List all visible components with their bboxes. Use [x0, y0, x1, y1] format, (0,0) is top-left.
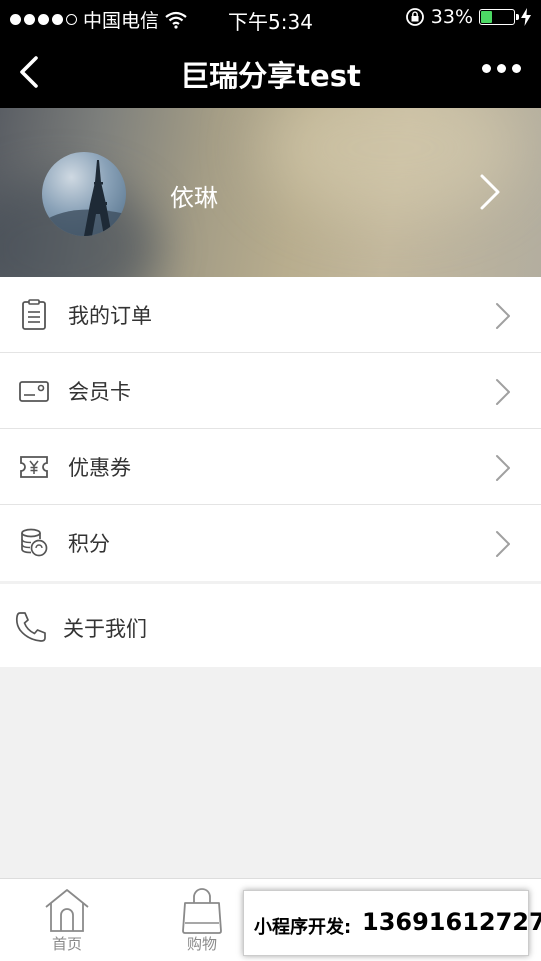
menu-item-label: 优惠券: [68, 456, 131, 480]
home-icon: [45, 889, 89, 932]
charging-icon: [521, 8, 531, 26]
watermark-phone: 13691612727: [362, 908, 541, 936]
clipboard-icon: [22, 299, 46, 330]
tab-label: 首页: [51, 935, 82, 953]
watermark-label: 小程序开发:: [254, 917, 352, 938]
card-icon: [19, 381, 49, 402]
profile-header[interactable]: 依琳: [0, 108, 541, 277]
menu-item-label: 会员卡: [68, 380, 131, 404]
chevron-right-icon: [496, 379, 510, 405]
status-right: 33%: [405, 6, 531, 28]
more-dots-icon[interactable]: [482, 64, 521, 73]
phone-icon: [15, 612, 46, 642]
chevron-right-icon: [496, 455, 510, 481]
about-us-item[interactable]: 关于我们: [0, 584, 541, 667]
tab-home[interactable]: 首页: [27, 885, 107, 954]
menu-item-label: 积分: [68, 532, 110, 556]
user-name: 依琳: [170, 184, 218, 212]
menu-item-label: 我的订单: [68, 304, 152, 328]
chevron-right-icon[interactable]: [479, 172, 501, 212]
battery-fill: [481, 11, 493, 23]
chevron-right-icon: [496, 531, 510, 557]
menu-item-coupons[interactable]: 优惠券: [0, 429, 541, 505]
coins-icon: [21, 528, 48, 557]
page-title: 巨瑞分享test: [180, 59, 361, 93]
tab-label: 购物: [186, 935, 217, 953]
orientation-lock-icon: [405, 8, 424, 26]
status-bar: 中国电信 下午5:34 33%: [0, 0, 541, 36]
menu-item-orders[interactable]: 我的订单: [0, 277, 541, 353]
battery-icon: [479, 9, 519, 25]
chevron-right-icon: [496, 303, 510, 329]
coupon-icon: [20, 456, 48, 478]
about-us-label: 关于我们: [63, 617, 147, 641]
tab-shopping[interactable]: 购物: [162, 885, 242, 954]
avatar[interactable]: [42, 152, 126, 236]
nav-bar: 巨瑞分享test: [0, 36, 541, 108]
eiffel-tower-photo: [42, 160, 126, 236]
menu-list: 我的订单 会员卡 优惠券 积分: [0, 277, 541, 581]
menu-item-member-card[interactable]: 会员卡: [0, 353, 541, 429]
menu-item-points[interactable]: 积分: [0, 505, 541, 581]
shopping-bag-icon: [182, 888, 222, 934]
battery-percent: 33%: [430, 6, 473, 28]
developer-contact-watermark: 小程序开发: 13691612727: [243, 890, 541, 956]
